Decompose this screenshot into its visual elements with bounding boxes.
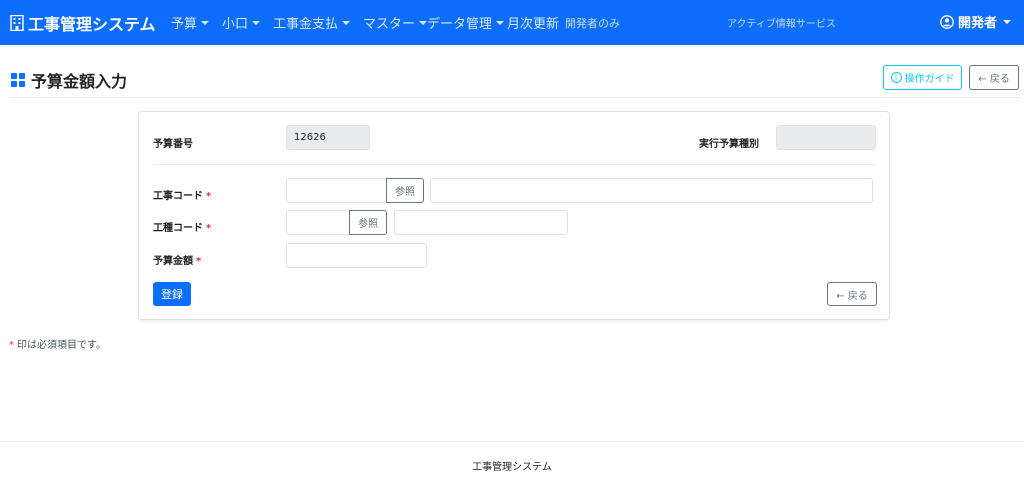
nav-item-construction-payment[interactable]: 工事金支払 [273,13,351,32]
budget-type-field [776,125,876,150]
top-navbar: 工事管理システム 予算 小口 工事金支払 マスター データ管理 月次更新 開発者… [0,0,1024,45]
nav-item-budget[interactable]: 予算 [171,13,210,32]
nav-item-label: 工事金支払 [273,17,339,32]
info-icon: i [890,72,902,83]
nav-item-petty-cash[interactable]: 小口 [222,13,261,32]
amount-label: 予算金額 * [153,252,201,267]
koji-code-reference-button[interactable]: 参照 [386,178,424,203]
form-divider [153,164,876,165]
operation-guide-label: 操作ガイド [904,74,955,85]
user-circle-icon [940,14,954,29]
back-button[interactable]: ← 戻る [969,65,1019,90]
koji-code-label: 工事コード * [153,187,211,202]
footer-divider [0,441,1024,442]
nav-item-label: 月次更新 [507,17,560,32]
page-title-label: 予算金額入力 [31,72,128,91]
caret-down-icon [342,21,351,25]
kushu-code-label-text: 工種コード [153,223,203,234]
required-mark: * [206,191,212,202]
caret-down-icon [1003,20,1012,24]
user-menu[interactable]: 開発者 [940,12,1012,31]
user-name: 開発者 [958,16,998,31]
required-mark: * [206,223,212,234]
nav-item-data-management[interactable]: データ管理 [427,13,505,32]
kushu-name-field[interactable] [394,210,568,235]
developer-only-note: 開発者のみ [565,16,621,30]
budget-type-label: 実行予算種別 [699,139,759,150]
amount-label-text: 予算金額 [153,256,193,267]
kushu-code-label: 工種コード * [153,219,211,234]
caret-down-icon [496,21,505,25]
caret-down-icon [419,21,428,25]
budget-form-card: 予算番号 12626 実行予算種別 工事コード * 参照 工種コード * 参照 予算… [138,111,890,320]
nav-item-label: 小口 [222,17,249,32]
kushu-code-input[interactable] [286,210,350,235]
building-icon [10,15,24,31]
amount-input[interactable] [286,243,427,268]
operation-guide-button[interactable]: i 操作ガイド [883,65,962,90]
required-mark: * [196,256,202,267]
required-note-text: 印は必須項目です。 [17,340,106,351]
budget-no-label: 予算番号 [153,139,193,150]
nav-item-monthly-update[interactable]: 月次更新 開発者のみ [507,13,621,33]
koji-code-input[interactable] [286,178,387,203]
nav-item-label: マスター [363,17,416,32]
koji-code-label-text: 工事コード [153,191,203,202]
register-button[interactable]: 登録 [153,282,191,306]
caret-down-icon [252,21,261,25]
brand[interactable]: 工事管理システム [10,11,156,35]
brand-label: 工事管理システム [28,15,156,34]
caret-down-icon [201,21,210,25]
page-title: 予算金額入力 [11,68,127,92]
header-divider [10,97,1020,98]
footer-text: 工事管理システム [472,462,552,473]
nav-item-master[interactable]: マスター [363,13,428,32]
budget-no-field: 12626 [286,125,370,150]
nav-item-label: データ管理 [427,17,493,32]
form-back-button[interactable]: ← 戻る [827,282,877,306]
nav-item-label: 予算 [171,17,198,32]
required-note: * 印は必須項目です。 [9,336,106,351]
kushu-code-reference-button[interactable]: 参照 [349,210,387,235]
required-mark: * [9,340,14,351]
koji-name-field[interactable] [430,178,873,203]
grid-icon [11,73,25,87]
company-info: アクティブ情報サービス [727,19,836,30]
